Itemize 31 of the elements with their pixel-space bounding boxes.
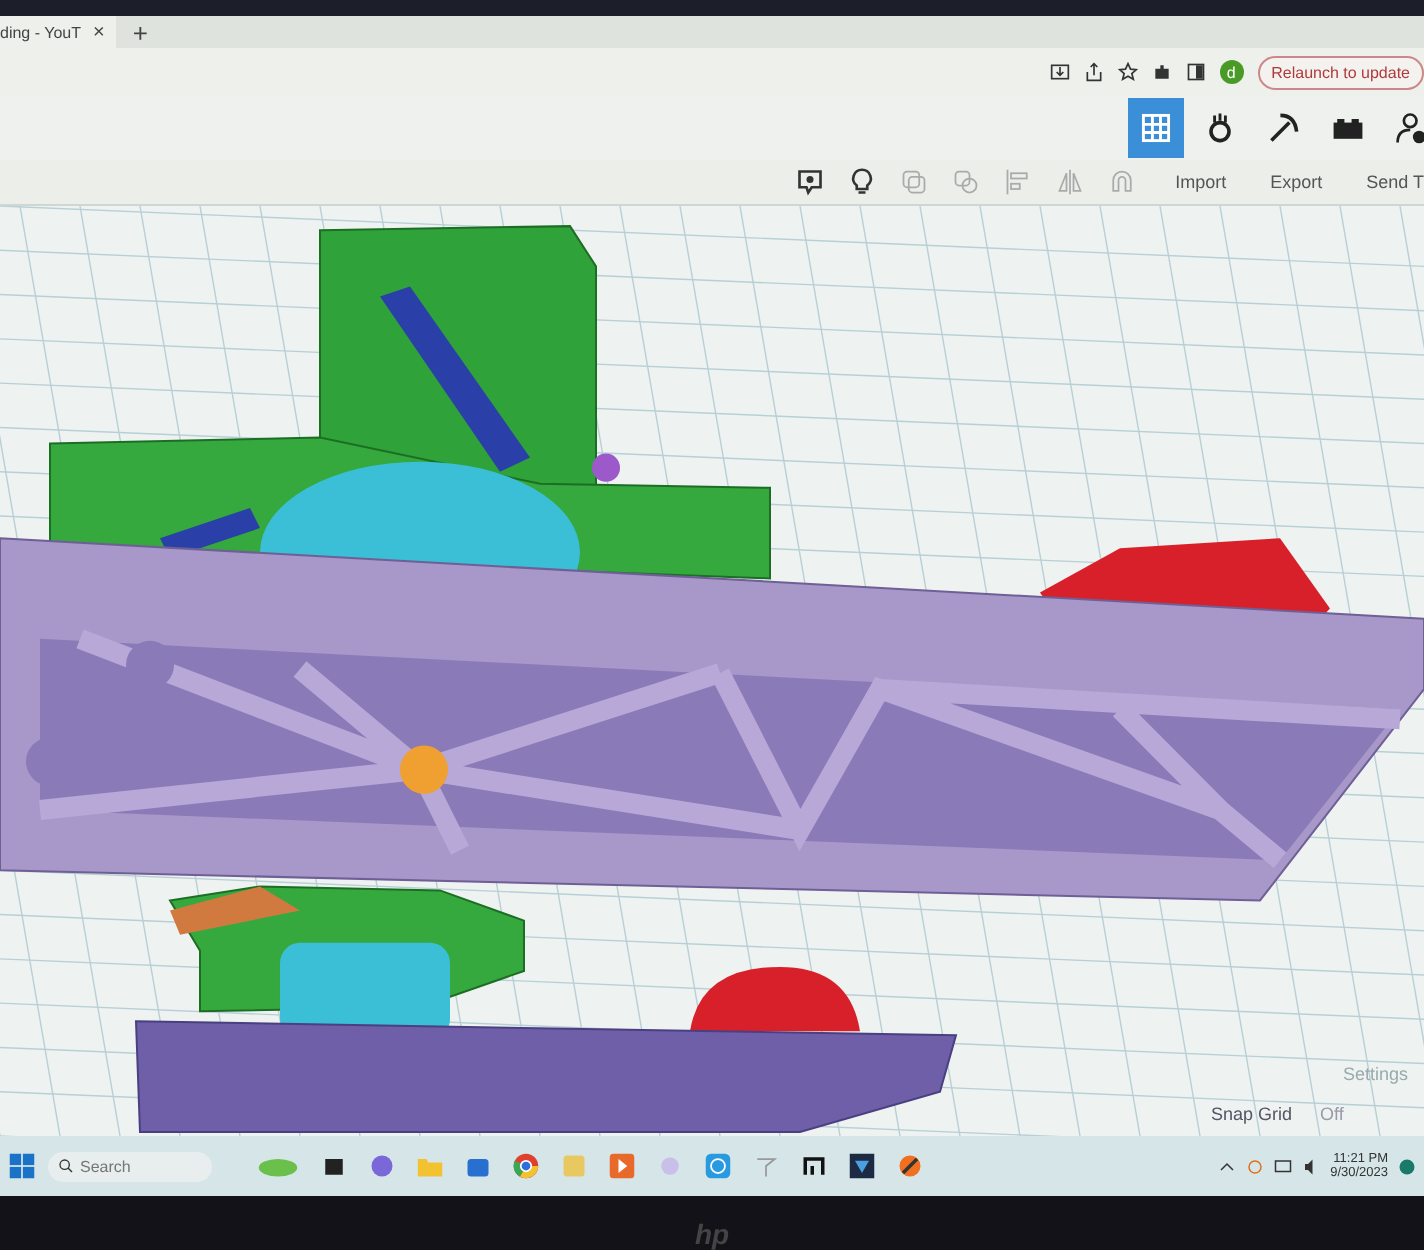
sidebar-icon[interactable] (1185, 62, 1206, 82)
slides-icon[interactable] (608, 1152, 636, 1180)
share-icon[interactable] (1083, 62, 1104, 82)
grid-icon (1138, 110, 1174, 146)
tab-title: ding - YouT (0, 23, 81, 41)
toolbar-button[interactable]: Import (1175, 172, 1227, 192)
pickaxe-icon (1266, 110, 1302, 146)
note-icon[interactable] (795, 168, 824, 196)
relaunch-button[interactable]: Relaunch to update (1257, 55, 1424, 89)
notification-icon[interactable] (1398, 1157, 1416, 1175)
workplane-grid[interactable]: Settings Snap Grid Off (0, 206, 1424, 1136)
chevron-up-icon[interactable] (1218, 1157, 1237, 1175)
network-icon[interactable] (1274, 1157, 1293, 1175)
star-icon[interactable] (1117, 62, 1138, 82)
toolbar-button[interactable]: Export (1270, 172, 1323, 192)
chat-icon[interactable] (368, 1152, 396, 1180)
browser-tab[interactable]: ding - YouT × (0, 16, 117, 48)
windows-start-icon[interactable] (8, 1152, 36, 1180)
close-tab-button[interactable]: × (92, 21, 105, 43)
install-icon[interactable] (1049, 62, 1070, 82)
snap-grid-label: Snap Grid (1210, 1104, 1292, 1124)
toolbar-button[interactable]: Send T (1366, 172, 1424, 192)
chrome-icon[interactable] (512, 1152, 540, 1180)
new-tab-button[interactable]: + (132, 17, 148, 47)
taskbar-search-field[interactable]: Search (48, 1151, 212, 1181)
profile-avatar[interactable]: d (1219, 60, 1244, 84)
app-icon[interactable] (800, 1152, 828, 1180)
app-icon[interactable] (848, 1152, 876, 1180)
user-icon (1394, 110, 1424, 146)
bulb-icon[interactable] (847, 168, 876, 196)
app-icon[interactable] (896, 1152, 924, 1180)
